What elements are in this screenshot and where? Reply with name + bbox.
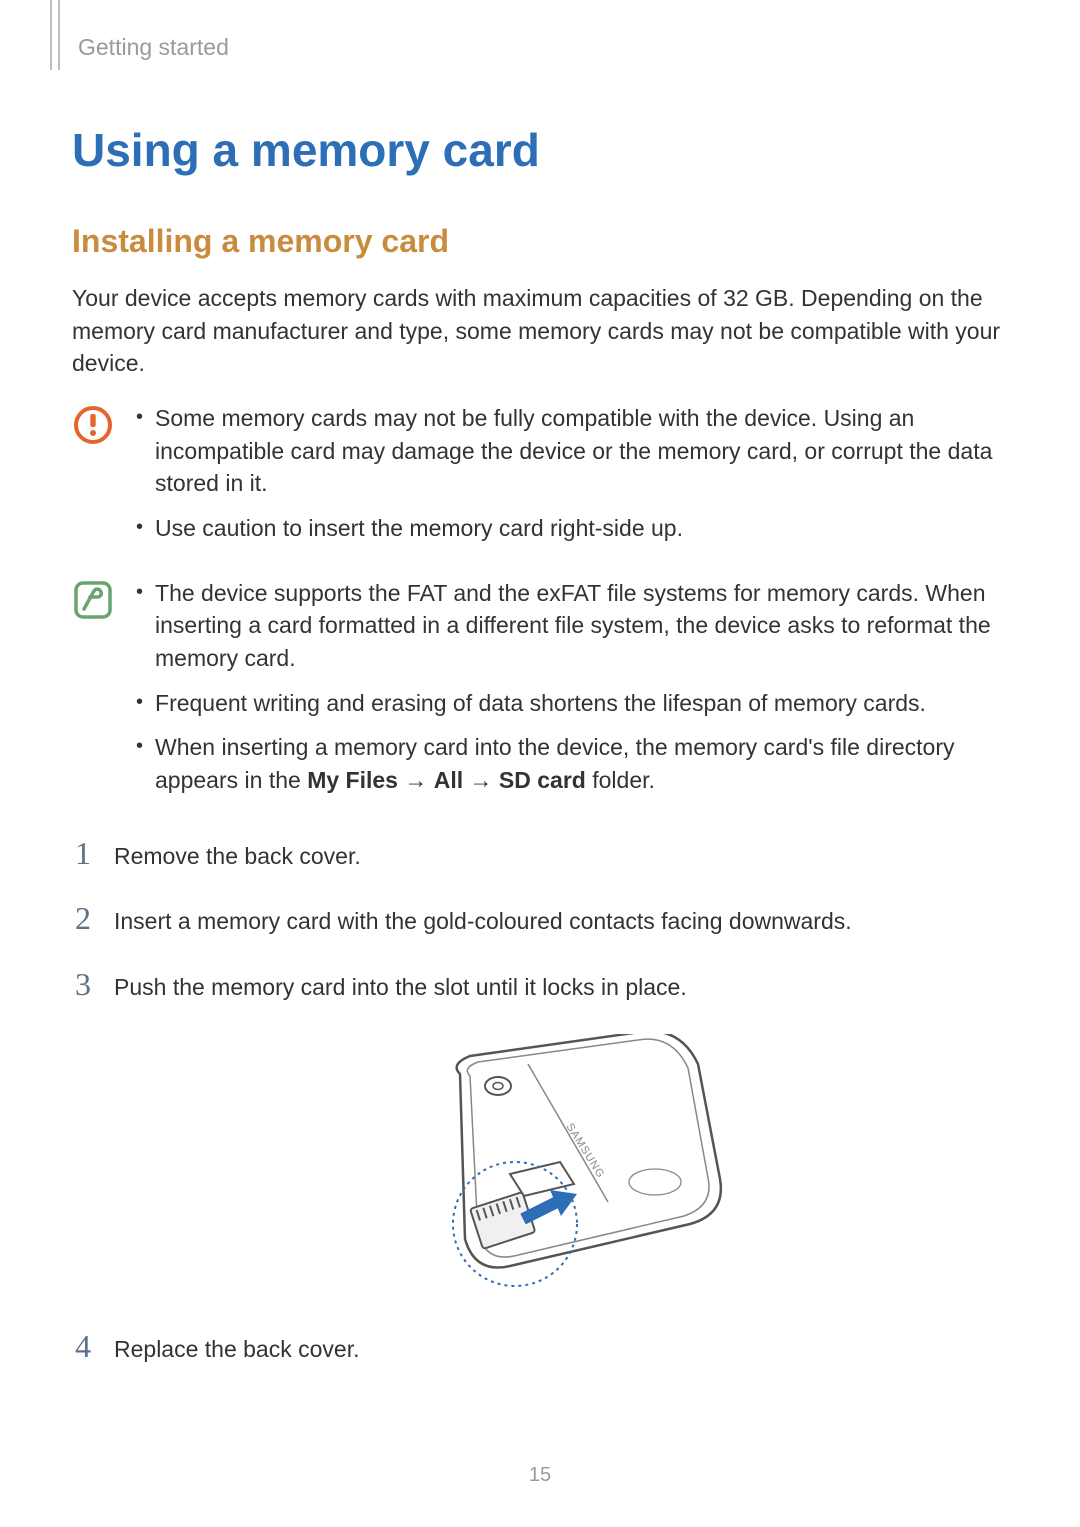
intro-paragraph: Your device accepts memory cards with ma…	[72, 282, 1008, 380]
step-item: 1 Remove the back cover.	[72, 837, 1008, 873]
note-list: The device supports the FAT and the exFA…	[136, 577, 1008, 797]
caution-text: Use caution to insert the memory card ri…	[155, 512, 683, 545]
note-text: Frequent writing and erasing of data sho…	[155, 687, 926, 720]
step-item: 3 Push the memory card into the slot unt…	[72, 968, 1008, 1004]
step-item: 2 Insert a memory card with the gold-col…	[72, 902, 1008, 938]
breadcrumb: Getting started	[78, 34, 1008, 61]
note-arrow: →	[398, 767, 434, 793]
step-text: Remove the back cover.	[114, 840, 361, 873]
note-text: The device supports the FAT and the exFA…	[155, 577, 1008, 675]
page-number: 15	[0, 1464, 1080, 1487]
step-number: 3	[72, 968, 94, 1000]
note-item: When inserting a memory card into the de…	[136, 731, 1008, 796]
page-title: Using a memory card	[72, 123, 1008, 177]
note-block: The device supports the FAT and the exFA…	[72, 577, 1008, 809]
steps-list-continued: 4 Replace the back cover.	[72, 1330, 1008, 1366]
page-content: Getting started Using a memory card Inst…	[0, 0, 1080, 1365]
page-tab-marker	[50, 0, 60, 70]
step-text: Insert a memory card with the gold-colou…	[114, 905, 852, 938]
step-text: Push the memory card into the slot until…	[114, 971, 687, 1004]
caution-icon	[72, 404, 114, 451]
memory-card-diagram: SAMSUNG	[72, 1034, 1008, 1294]
note-arrow: →	[463, 767, 499, 793]
note-item: Frequent writing and erasing of data sho…	[136, 687, 1008, 720]
note-bold: My Files	[307, 767, 398, 793]
step-number: 4	[72, 1330, 94, 1362]
caution-list: Some memory cards may not be fully compa…	[136, 402, 1008, 545]
note-bold: All	[434, 767, 463, 793]
note-bold: SD card	[499, 767, 586, 793]
caution-block: Some memory cards may not be fully compa…	[72, 402, 1008, 557]
note-icon	[72, 579, 114, 626]
caution-item: Some memory cards may not be fully compa…	[136, 402, 1008, 500]
step-number: 2	[72, 902, 94, 934]
steps-list: 1 Remove the back cover. 2 Insert a memo…	[72, 837, 1008, 1004]
step-item: 4 Replace the back cover.	[72, 1330, 1008, 1366]
caution-item: Use caution to insert the memory card ri…	[136, 512, 1008, 545]
note-text: When inserting a memory card into the de…	[155, 731, 1008, 796]
step-number: 1	[72, 837, 94, 869]
note-text-part: folder.	[586, 767, 655, 793]
step-text: Replace the back cover.	[114, 1333, 359, 1366]
section-title: Installing a memory card	[72, 223, 1008, 260]
note-item: The device supports the FAT and the exFA…	[136, 577, 1008, 675]
caution-text: Some memory cards may not be fully compa…	[155, 402, 1008, 500]
